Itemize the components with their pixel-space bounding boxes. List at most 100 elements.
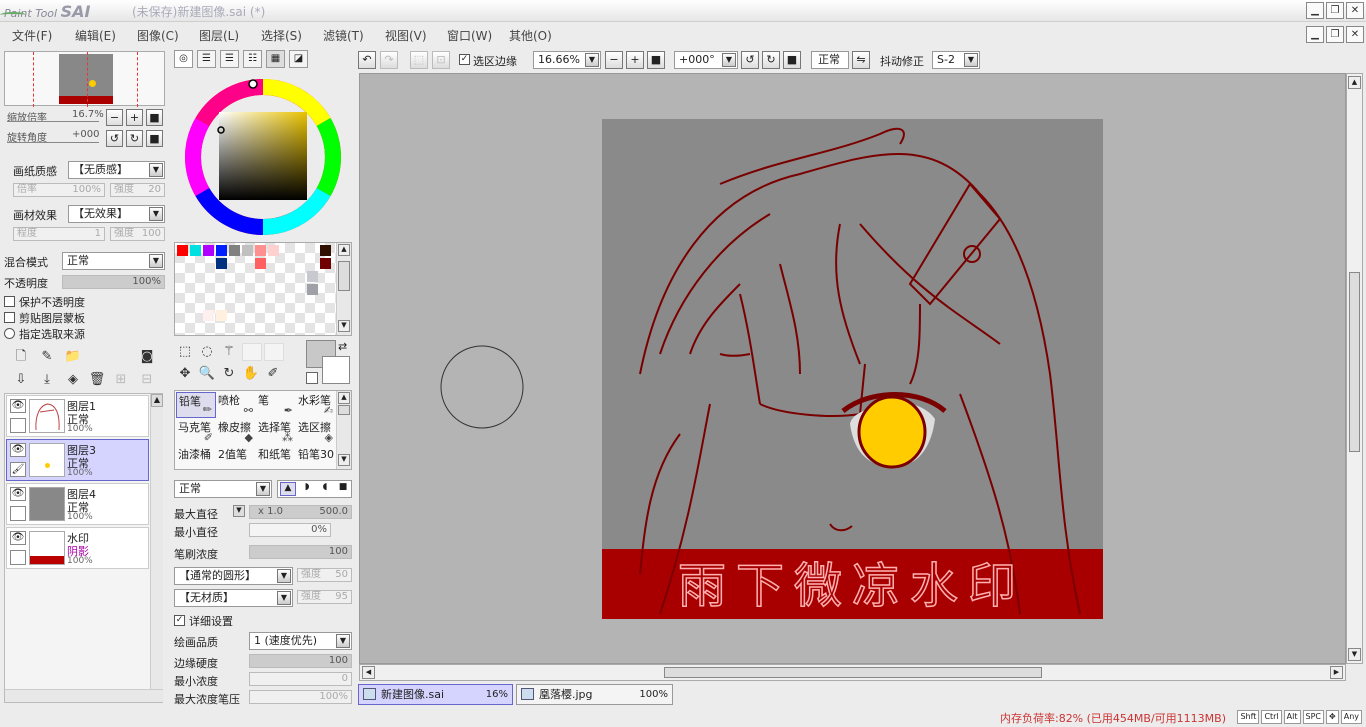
brush-select-pen[interactable]: 选择笔 ⁂ (256, 419, 296, 445)
swatch[interactable] (216, 245, 227, 256)
swatch[interactable] (203, 245, 214, 256)
selection-edge-checkbox[interactable]: ✓ (459, 54, 470, 65)
rotate-slider-track[interactable] (7, 142, 99, 143)
opacity-slider[interactable]: 100% (62, 275, 165, 289)
menu-view[interactable]: 视图(V) (385, 27, 427, 44)
magic-wand-icon[interactable]: ⚚ (220, 343, 238, 361)
brush-bucket[interactable]: 油漆桶 (176, 446, 216, 468)
quality-select[interactable]: 1 (速度优先) ▼ (249, 632, 352, 650)
clear-layer-icon[interactable]: ◈ (64, 371, 82, 389)
redo-button[interactable]: ↷ (380, 51, 398, 69)
rect-select-icon[interactable]: ⬚ (176, 343, 194, 361)
brush-binary-pen[interactable]: 2值笔 (216, 446, 256, 468)
layer-list-hscrollbar[interactable] (5, 689, 163, 702)
canvas-zoom-select[interactable]: 16.66% ▼ (533, 51, 601, 69)
layer-item[interactable]: 👁 图层1 正常 100% (6, 395, 149, 437)
swap-colors-icon[interactable]: ⇄ (338, 340, 347, 353)
color-wheel[interactable] (180, 74, 346, 240)
layer-item[interactable]: 👁 图层4 正常 100% (6, 483, 149, 525)
texture-strength-slider[interactable]: 强度 95 (297, 590, 352, 604)
doc-maximize-button[interactable]: ❐ (1326, 26, 1344, 43)
color-swatches[interactable]: ▲ ▼ (174, 242, 352, 336)
canvas-angle-select[interactable]: +000° ▼ (674, 51, 738, 69)
rotate-reset-button[interactable]: ■ (146, 130, 163, 147)
merge-down-icon[interactable]: ⤓ (38, 371, 56, 389)
flip-horizontal-button[interactable]: ⇋ (852, 51, 870, 69)
stabilizer-select[interactable]: S-2 ▼ (932, 51, 980, 69)
max-pressure-slider[interactable]: 100% (249, 690, 352, 704)
scroll-left-button[interactable]: ◀ (362, 666, 375, 679)
swatch[interactable] (229, 245, 240, 256)
selection-source-radio[interactable] (4, 328, 15, 339)
doc-minimize-button[interactable]: ▁ (1306, 26, 1324, 43)
swatch-grid-tab[interactable]: ▦ (266, 50, 285, 68)
menu-layer[interactable]: 图层(L) (199, 27, 239, 44)
hsv-slider-tab[interactable]: ☰ (220, 50, 239, 68)
min-size-slider[interactable]: 0% (249, 523, 331, 537)
swatch[interactable] (216, 310, 227, 321)
canvas-zoom-reset-button[interactable]: ■ (647, 51, 665, 69)
clip-mask-checkbox[interactable] (4, 312, 15, 323)
menu-edit[interactable]: 编辑(E) (75, 27, 116, 44)
layer-select-checkbox[interactable] (10, 506, 26, 521)
brush-pencil30[interactable]: 铅笔30 (296, 446, 334, 468)
trash-icon[interactable]: 🗑 (88, 371, 106, 389)
swatch[interactable] (190, 245, 201, 256)
doc-tab-active[interactable]: 新建图像.sai 16% (358, 684, 513, 705)
canvas-zoom-in-button[interactable]: + (626, 51, 644, 69)
layer-list-scrollbar[interactable]: ▲ (150, 394, 163, 689)
canvas-viewport[interactable]: 雨下微凉水印 (359, 73, 1346, 664)
swatch[interactable] (216, 258, 227, 269)
brush-mode-select[interactable]: 正常 ▼ (174, 480, 272, 498)
swatch-scrollbar[interactable]: ▲ ▼ (336, 243, 351, 335)
lasso-icon[interactable]: ◌ (198, 343, 216, 361)
swatch[interactable] (177, 245, 188, 256)
rgb-slider-tab[interactable]: ☰ (197, 50, 216, 68)
protect-opacity-checkbox[interactable] (4, 296, 15, 307)
hue-picker[interactable] (248, 79, 258, 89)
doc-tab[interactable]: 凰落樱.jpg 100% (516, 684, 673, 705)
scroll-down-button[interactable]: ▼ (1348, 648, 1361, 661)
brush-watercolor[interactable]: 水彩笔 ✍ (296, 392, 336, 418)
minimize-button[interactable]: ▁ (1306, 2, 1324, 19)
tip-dome-icon[interactable]: ◗ (299, 482, 315, 496)
canvas-horizontal-scrollbar[interactable]: ◀ ▶ (359, 664, 1346, 681)
canvas-vertical-scrollbar[interactable]: ▲ ▼ (1346, 73, 1363, 664)
layer-item[interactable]: 👁 🖌 图层3 正常 100% (6, 439, 149, 481)
scratchpad-tab[interactable]: ◪ (289, 50, 308, 68)
brush-lock-icon[interactable]: 🖌 (10, 462, 26, 477)
zoom-slider-track[interactable] (7, 121, 99, 122)
swatch-list-tab[interactable]: ☷ (243, 50, 262, 68)
brush-pen[interactable]: 笔 ✒ (256, 392, 296, 418)
invert-selection-button[interactable]: ⊡ (432, 51, 450, 69)
menu-window[interactable]: 窗口(W) (447, 27, 492, 44)
transparent-color-icon[interactable] (306, 372, 318, 384)
zoom-reset-button[interactable]: ■ (146, 109, 163, 126)
swatch[interactable] (268, 245, 279, 256)
effect-strength-slider[interactable]: 强度 100 (110, 227, 165, 241)
new-folder-icon[interactable]: 📁 (64, 348, 82, 366)
canvas-rotate-reset-button[interactable]: ■ (783, 51, 801, 69)
maximize-button[interactable]: ❐ (1326, 2, 1344, 19)
zoom-icon[interactable]: 🔍 (198, 365, 216, 383)
tip-triangle-icon[interactable]: ▲ (280, 482, 296, 496)
tip-square-icon[interactable]: ■ (335, 482, 351, 496)
layer-item[interactable]: 👁 水印 阴影 100% (6, 527, 149, 569)
canvas-rotate-left-button[interactable]: ↺ (741, 51, 759, 69)
brush-eraser[interactable]: 橡皮擦 ◆ (216, 419, 256, 445)
move-icon[interactable]: ✥ (176, 365, 194, 383)
horizontal-scroll-thumb[interactable] (664, 667, 1042, 678)
rotate-right-button[interactable]: ↻ (126, 130, 143, 147)
shape-strength-slider[interactable]: 强度 50 (297, 568, 352, 582)
brush-airbrush[interactable]: 喷枪 ⚯ (216, 392, 256, 418)
eyedropper-icon[interactable]: ✐ (264, 365, 282, 383)
brush-shape-select[interactable]: 【通常的圆形】 ▼ (174, 567, 293, 585)
doc-close-button[interactable]: ✕ (1346, 26, 1364, 43)
swatch[interactable] (307, 271, 318, 282)
blend-mode-select[interactable]: 正常 ▼ (62, 252, 165, 270)
new-layer-icon[interactable]: 🗋 (12, 348, 30, 366)
hand-icon[interactable]: ✋ (242, 365, 260, 383)
size-mult-dropdown-icon[interactable]: ▼ (233, 505, 245, 517)
eye-icon[interactable]: 👁 (10, 531, 26, 545)
edge-hardness-slider[interactable]: 100 (249, 654, 352, 668)
